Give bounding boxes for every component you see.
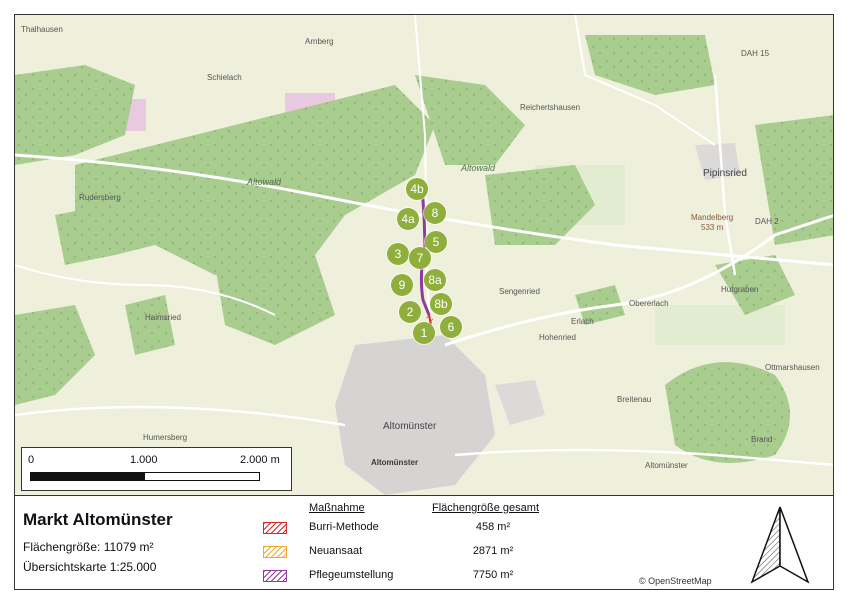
marker-4b[interactable]: 4b [406, 178, 428, 200]
legend-col-area: Flächengröße gesamt [432, 502, 539, 514]
scale-label-1000: 1.000 [130, 454, 158, 466]
place-brand: Brand [751, 435, 773, 444]
marker-6[interactable]: 6 [440, 316, 462, 338]
map-title: Markt Altomünster [23, 510, 173, 529]
place-hohenried: Hohenried [539, 333, 576, 342]
scale-label-0: 0 [28, 454, 35, 466]
place-thalhausen: Thalhausen [21, 25, 63, 34]
place-altowald-1: Altowald [247, 177, 282, 187]
legend-col-measure: Maßnahme [309, 502, 365, 514]
place-breitenau: Breitenau [617, 395, 652, 404]
place-altomuenster: Altomünster [383, 421, 437, 432]
place-obererlach: Obererlach [629, 299, 669, 308]
place-erlach: Erlach [571, 317, 594, 326]
legend-swatch-neuansaat [263, 546, 287, 558]
place-altomuenster-road: Altomünster [645, 461, 688, 470]
map-view[interactable]: Thalhausen Arnberg Schielach Reichertsha… [15, 15, 833, 495]
marker-4a[interactable]: 4a [397, 208, 419, 230]
marker-8a[interactable]: 8a [424, 269, 446, 291]
place-mandelberg-height: 533 m [701, 223, 724, 232]
legend-swatch-burri [263, 522, 287, 534]
road-dah15: DAH 15 [741, 49, 770, 58]
place-humersberg: Humersberg [143, 433, 188, 442]
legend-label-burri: Burri-Methode [309, 521, 379, 533]
place-reichertshausen: Reichertshausen [520, 103, 581, 112]
place-ottmarshausen: Ottmarshausen [765, 363, 820, 372]
scale-bar [30, 472, 260, 481]
north-arrow-icon [748, 504, 812, 589]
place-hutgraben: Hutgraben [721, 285, 759, 294]
map-figure: Thalhausen Arnberg Schielach Reichertsha… [14, 14, 834, 590]
place-schielach: Schielach [207, 73, 242, 82]
place-rudersberg: Rudersberg [79, 193, 121, 202]
legend-panel: Markt Altomünster Flächengröße: 11079 m²… [15, 495, 833, 589]
marker-7[interactable]: 7 [409, 247, 431, 269]
marker-2[interactable]: 2 [399, 301, 421, 323]
marker-8[interactable]: 8 [424, 202, 446, 224]
road-dah2: DAH 2 [755, 217, 779, 226]
legend-swatch-pflege [263, 570, 287, 582]
place-arnberg: Arnberg [305, 37, 334, 46]
marker-5[interactable]: 5 [425, 231, 447, 253]
place-mandelberg: Mandelberg [691, 213, 734, 222]
area-total: Flächengröße: 11079 m² [23, 540, 154, 554]
place-altowald-2: Altowald [461, 163, 496, 173]
place-pipinsried: Pipinsried [703, 168, 747, 179]
place-altomuenster-tag: Altomünster [371, 458, 419, 467]
legend-label-pflege: Pflegeumstellung [309, 569, 394, 581]
osm-credit: © OpenStreetMap [639, 576, 712, 586]
marker-8b[interactable]: 8b [430, 293, 452, 315]
scale-bar-box: 0 1.000 2.000 m [21, 447, 292, 491]
map-scale-text: Übersichtskarte 1:25.000 [23, 560, 157, 574]
legend-value-pflege: 7750 m² [472, 569, 514, 581]
legend-label-neuansaat: Neuansaat [309, 545, 363, 557]
place-haimsried: Haimsried [145, 313, 182, 322]
marker-3[interactable]: 3 [387, 243, 409, 265]
legend-value-neuansaat: 2871 m² [472, 545, 514, 557]
legend-value-burri: 458 m² [475, 521, 511, 533]
place-sengenried: Sengenried [499, 287, 540, 296]
marker-1[interactable]: 1 [413, 322, 435, 344]
scale-label-2000: 2.000 m [240, 454, 280, 466]
marker-9[interactable]: 9 [391, 274, 413, 296]
